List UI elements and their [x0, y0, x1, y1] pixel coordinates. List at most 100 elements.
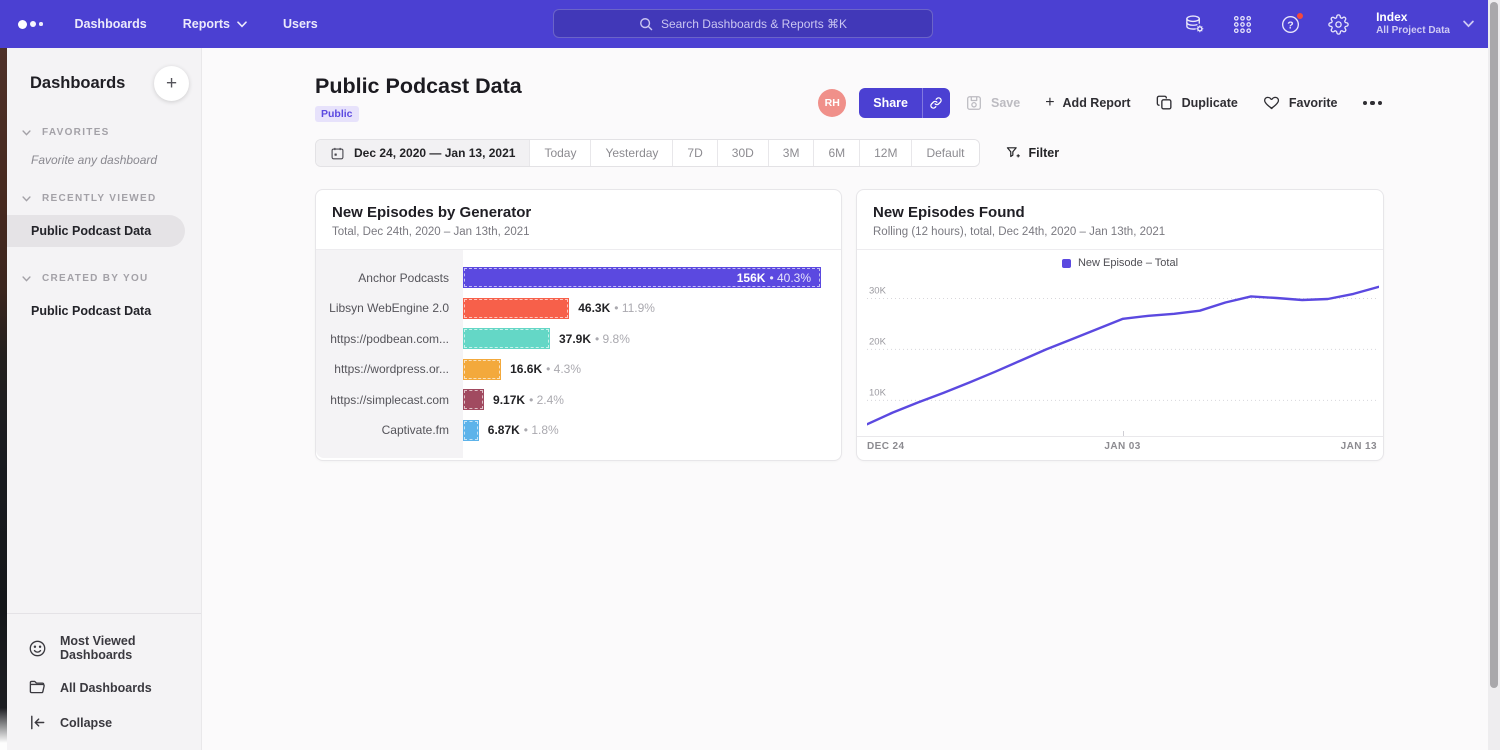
section-favorites[interactable]: FAVORITES	[7, 127, 201, 138]
background-window-strip	[0, 48, 7, 750]
sidebar-item-public-podcast-data-created[interactable]: Public Podcast Data	[7, 295, 201, 327]
bar-track: 37.9K • 9.8%	[463, 328, 841, 349]
project-switcher[interactable]: Index All Project Data	[1376, 10, 1450, 38]
section-created-by-you[interactable]: CREATED BY YOU	[7, 273, 201, 284]
sidebar-item-public-podcast-data[interactable]: Public Podcast Data	[7, 215, 185, 247]
bar-track: 46.3K • 11.9%	[463, 298, 841, 319]
bar-row: Libsyn WebEngine 2.046.3K• 11.9%	[316, 298, 841, 319]
bar-category-label: https://podbean.com...	[316, 332, 463, 346]
search-icon	[639, 17, 653, 31]
apps-grid-icon[interactable]	[1232, 14, 1253, 35]
bar-segment[interactable]	[463, 298, 569, 319]
footer-item-label: Collapse	[60, 716, 112, 730]
bar-value-label: 9.17K	[493, 393, 525, 407]
collapse-sidebar-button[interactable]: Collapse	[7, 705, 201, 740]
bar-segment[interactable]	[463, 389, 484, 410]
preset-default[interactable]: Default	[911, 140, 978, 166]
page-scrollbar[interactable]	[1488, 0, 1500, 750]
more-options-button[interactable]	[1363, 101, 1383, 106]
data-source-icon[interactable]	[1184, 14, 1205, 35]
legend-label: New Episode – Total	[1078, 257, 1178, 269]
project-name: Index	[1376, 10, 1450, 25]
bar-segment[interactable]: 156K• 40.3%	[463, 267, 821, 288]
filter-button[interactable]: Filter	[1005, 145, 1060, 161]
preset-6m[interactable]: 6M	[813, 140, 859, 166]
add-report-button[interactable]: + Add Report	[1045, 95, 1130, 112]
share-button-label[interactable]: Share	[859, 88, 922, 118]
chevron-down-icon	[22, 130, 31, 136]
chevron-down-icon[interactable]	[1463, 20, 1474, 28]
add-report-label: Add Report	[1063, 96, 1131, 110]
svg-text:?: ?	[1287, 19, 1293, 31]
nav-item-users[interactable]: Users	[283, 17, 318, 31]
smiley-icon	[28, 639, 47, 658]
nav-item-reports[interactable]: Reports	[183, 17, 247, 31]
bar-pct-label: • 4.3%	[546, 362, 581, 376]
favorite-label: Favorite	[1289, 96, 1338, 110]
calendar-icon	[330, 146, 345, 161]
date-range-picker[interactable]: Dec 24, 2020 — Jan 13, 2021	[316, 140, 529, 166]
search-placeholder: Search Dashboards & Reports ⌘K	[661, 17, 847, 31]
copy-link-button[interactable]	[922, 88, 950, 118]
most-viewed-dashboards-button[interactable]: Most Viewed Dashboards	[7, 626, 201, 670]
x-axis-label: JAN 03	[1104, 441, 1140, 452]
brand-logo[interactable]	[18, 20, 43, 29]
main-content: Public Podcast Data Public RH Share Save…	[202, 48, 1488, 750]
scrollbar-thumb[interactable]	[1490, 2, 1498, 688]
bar-segment[interactable]	[463, 328, 550, 349]
preset-3m[interactable]: 3M	[768, 140, 814, 166]
link-icon	[929, 96, 943, 110]
logo-dot	[30, 21, 36, 27]
search-input[interactable]: Search Dashboards & Reports ⌘K	[553, 9, 933, 38]
section-recently-viewed[interactable]: RECENTLY VIEWED	[7, 193, 201, 204]
share-button[interactable]: Share	[859, 88, 950, 118]
new-dashboard-button[interactable]: +	[154, 66, 189, 101]
bar-segment[interactable]	[463, 359, 501, 380]
line-series[interactable]	[867, 287, 1379, 425]
bar-row: https://podbean.com... 37.9K • 9.8%	[316, 328, 841, 349]
nav-item-reports-label: Reports	[183, 17, 230, 31]
preset-7d[interactable]: 7D	[672, 140, 716, 166]
date-range-group: Dec 24, 2020 — Jan 13, 2021 TodayYesterd…	[315, 139, 980, 167]
sidebar-footer: Most Viewed Dashboards All Dashboards Co…	[7, 613, 201, 750]
avatar[interactable]: RH	[818, 89, 846, 117]
card-subtitle: Rolling (12 hours), total, Dec 24th, 202…	[873, 226, 1367, 238]
bar-track: 6.87K• 1.8%	[463, 420, 841, 441]
chevron-down-icon	[22, 196, 31, 202]
date-range-label: Dec 24, 2020 — Jan 13, 2021	[354, 146, 515, 160]
preset-today[interactable]: Today	[529, 140, 590, 166]
date-presets: TodayYesterday7D30D3M6M12MDefault	[529, 140, 978, 166]
bar-track: 16.6K• 4.3%	[463, 359, 841, 380]
logo-dot	[39, 22, 43, 26]
preset-yesterday[interactable]: Yesterday	[590, 140, 672, 166]
bar-value-label: 37.9K	[559, 332, 591, 346]
save-button[interactable]: Save	[965, 94, 1020, 112]
bar-pct-label: • 9.8%	[595, 332, 630, 346]
favorite-button[interactable]: Favorite	[1263, 94, 1338, 112]
preset-30d[interactable]: 30D	[717, 140, 768, 166]
bar-value-label: 46.3K	[578, 301, 610, 315]
bar-pct-label: • 11.9%	[614, 301, 655, 315]
x-axis-line	[857, 436, 1383, 437]
primary-nav: Dashboards Reports Users	[75, 17, 318, 31]
settings-gear-icon[interactable]	[1328, 14, 1349, 35]
bar-segment[interactable]	[463, 420, 479, 441]
bar-value-label: 6.87K	[488, 423, 520, 437]
duplicate-icon	[1156, 94, 1174, 112]
duplicate-label: Duplicate	[1182, 96, 1238, 110]
nav-item-dashboards[interactable]: Dashboards	[75, 17, 147, 31]
bar-track: 156K• 40.3%	[463, 267, 841, 288]
bar-category-label: Anchor Podcasts	[316, 271, 463, 285]
all-dashboards-button[interactable]: All Dashboards	[7, 670, 201, 705]
chart-legend: New Episode – Total	[857, 250, 1383, 269]
y-tick-label: 30K	[869, 285, 887, 296]
footer-item-label: Most Viewed Dashboards	[60, 634, 201, 662]
line-chart-svg: 10K20K30K	[867, 273, 1379, 436]
folder-icon	[28, 678, 47, 697]
duplicate-button[interactable]: Duplicate	[1156, 94, 1238, 112]
bar-category-label: https://wordpress.or...	[316, 362, 463, 376]
heart-icon	[1263, 94, 1281, 112]
help-icon[interactable]: ?	[1280, 14, 1301, 35]
preset-12m[interactable]: 12M	[859, 140, 911, 166]
bar-row: Captivate.fm6.87K• 1.8%	[316, 420, 841, 441]
